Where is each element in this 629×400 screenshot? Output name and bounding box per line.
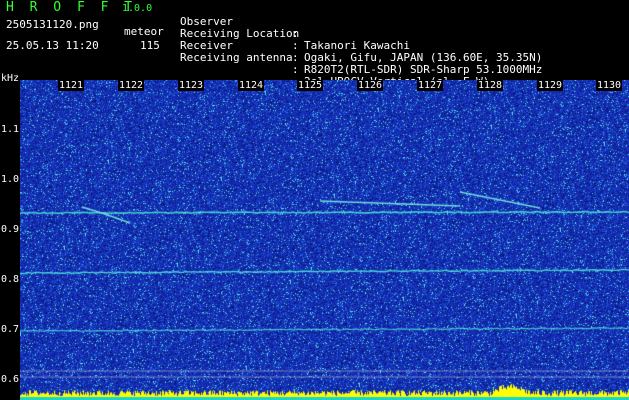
time-tick-label: 1127 [417,80,444,91]
filename-label: 2505131120.png [6,18,99,31]
freq-tick-label: 0.8 [1,274,20,285]
count-label: 115 [140,39,160,52]
time-tick-label: 1123 [178,80,205,91]
datetime-label: 25.05.13 11:20 [6,39,99,52]
time-tick-label: 1121 [58,80,85,91]
time-tick-label: 1128 [477,80,504,91]
time-tick-label: 1130 [596,80,623,91]
meta-row-receiver: Receiver : R820T2(RTL-SDR) SDR-Sharp 53.… [180,28,542,76]
freq-tick-label: 0.6 [1,374,20,385]
spectrogram-panel [20,80,629,400]
meta-row-antenna: Receiving antenna : 2el-HB9CV Vertical (… [180,40,489,88]
app-version: 1.0.0 [122,3,153,14]
time-tick-label: 1129 [537,80,564,91]
header-panel: H R O F F T 1.0.0 2505131120.png meteor … [0,0,629,88]
app-title: H R O F F T [6,0,137,15]
time-tick-label: 1122 [118,80,145,91]
freq-tick-label: 0.7 [1,324,20,335]
time-tick-label: 1126 [357,80,384,91]
freq-tick-label: 0.9 [1,224,20,235]
y-axis-unit: kHz [1,73,20,84]
freq-tick-label: 1.1 [1,124,20,135]
meta-sep: : [292,63,299,76]
freq-tick-label: 1.0 [1,174,20,185]
time-tick-label: 1125 [297,80,324,91]
plot-type-label: meteor [124,25,164,38]
time-tick-label: 1124 [238,80,265,91]
meta-row-location: Receiving Location : Ogaki, Gifu, JAPAN … [180,16,542,64]
meta-row-observer: Observer : Takanori Kawachi [180,4,410,52]
meta-key: Receiving antenna [180,51,293,64]
spectrogram-canvas [20,80,629,400]
